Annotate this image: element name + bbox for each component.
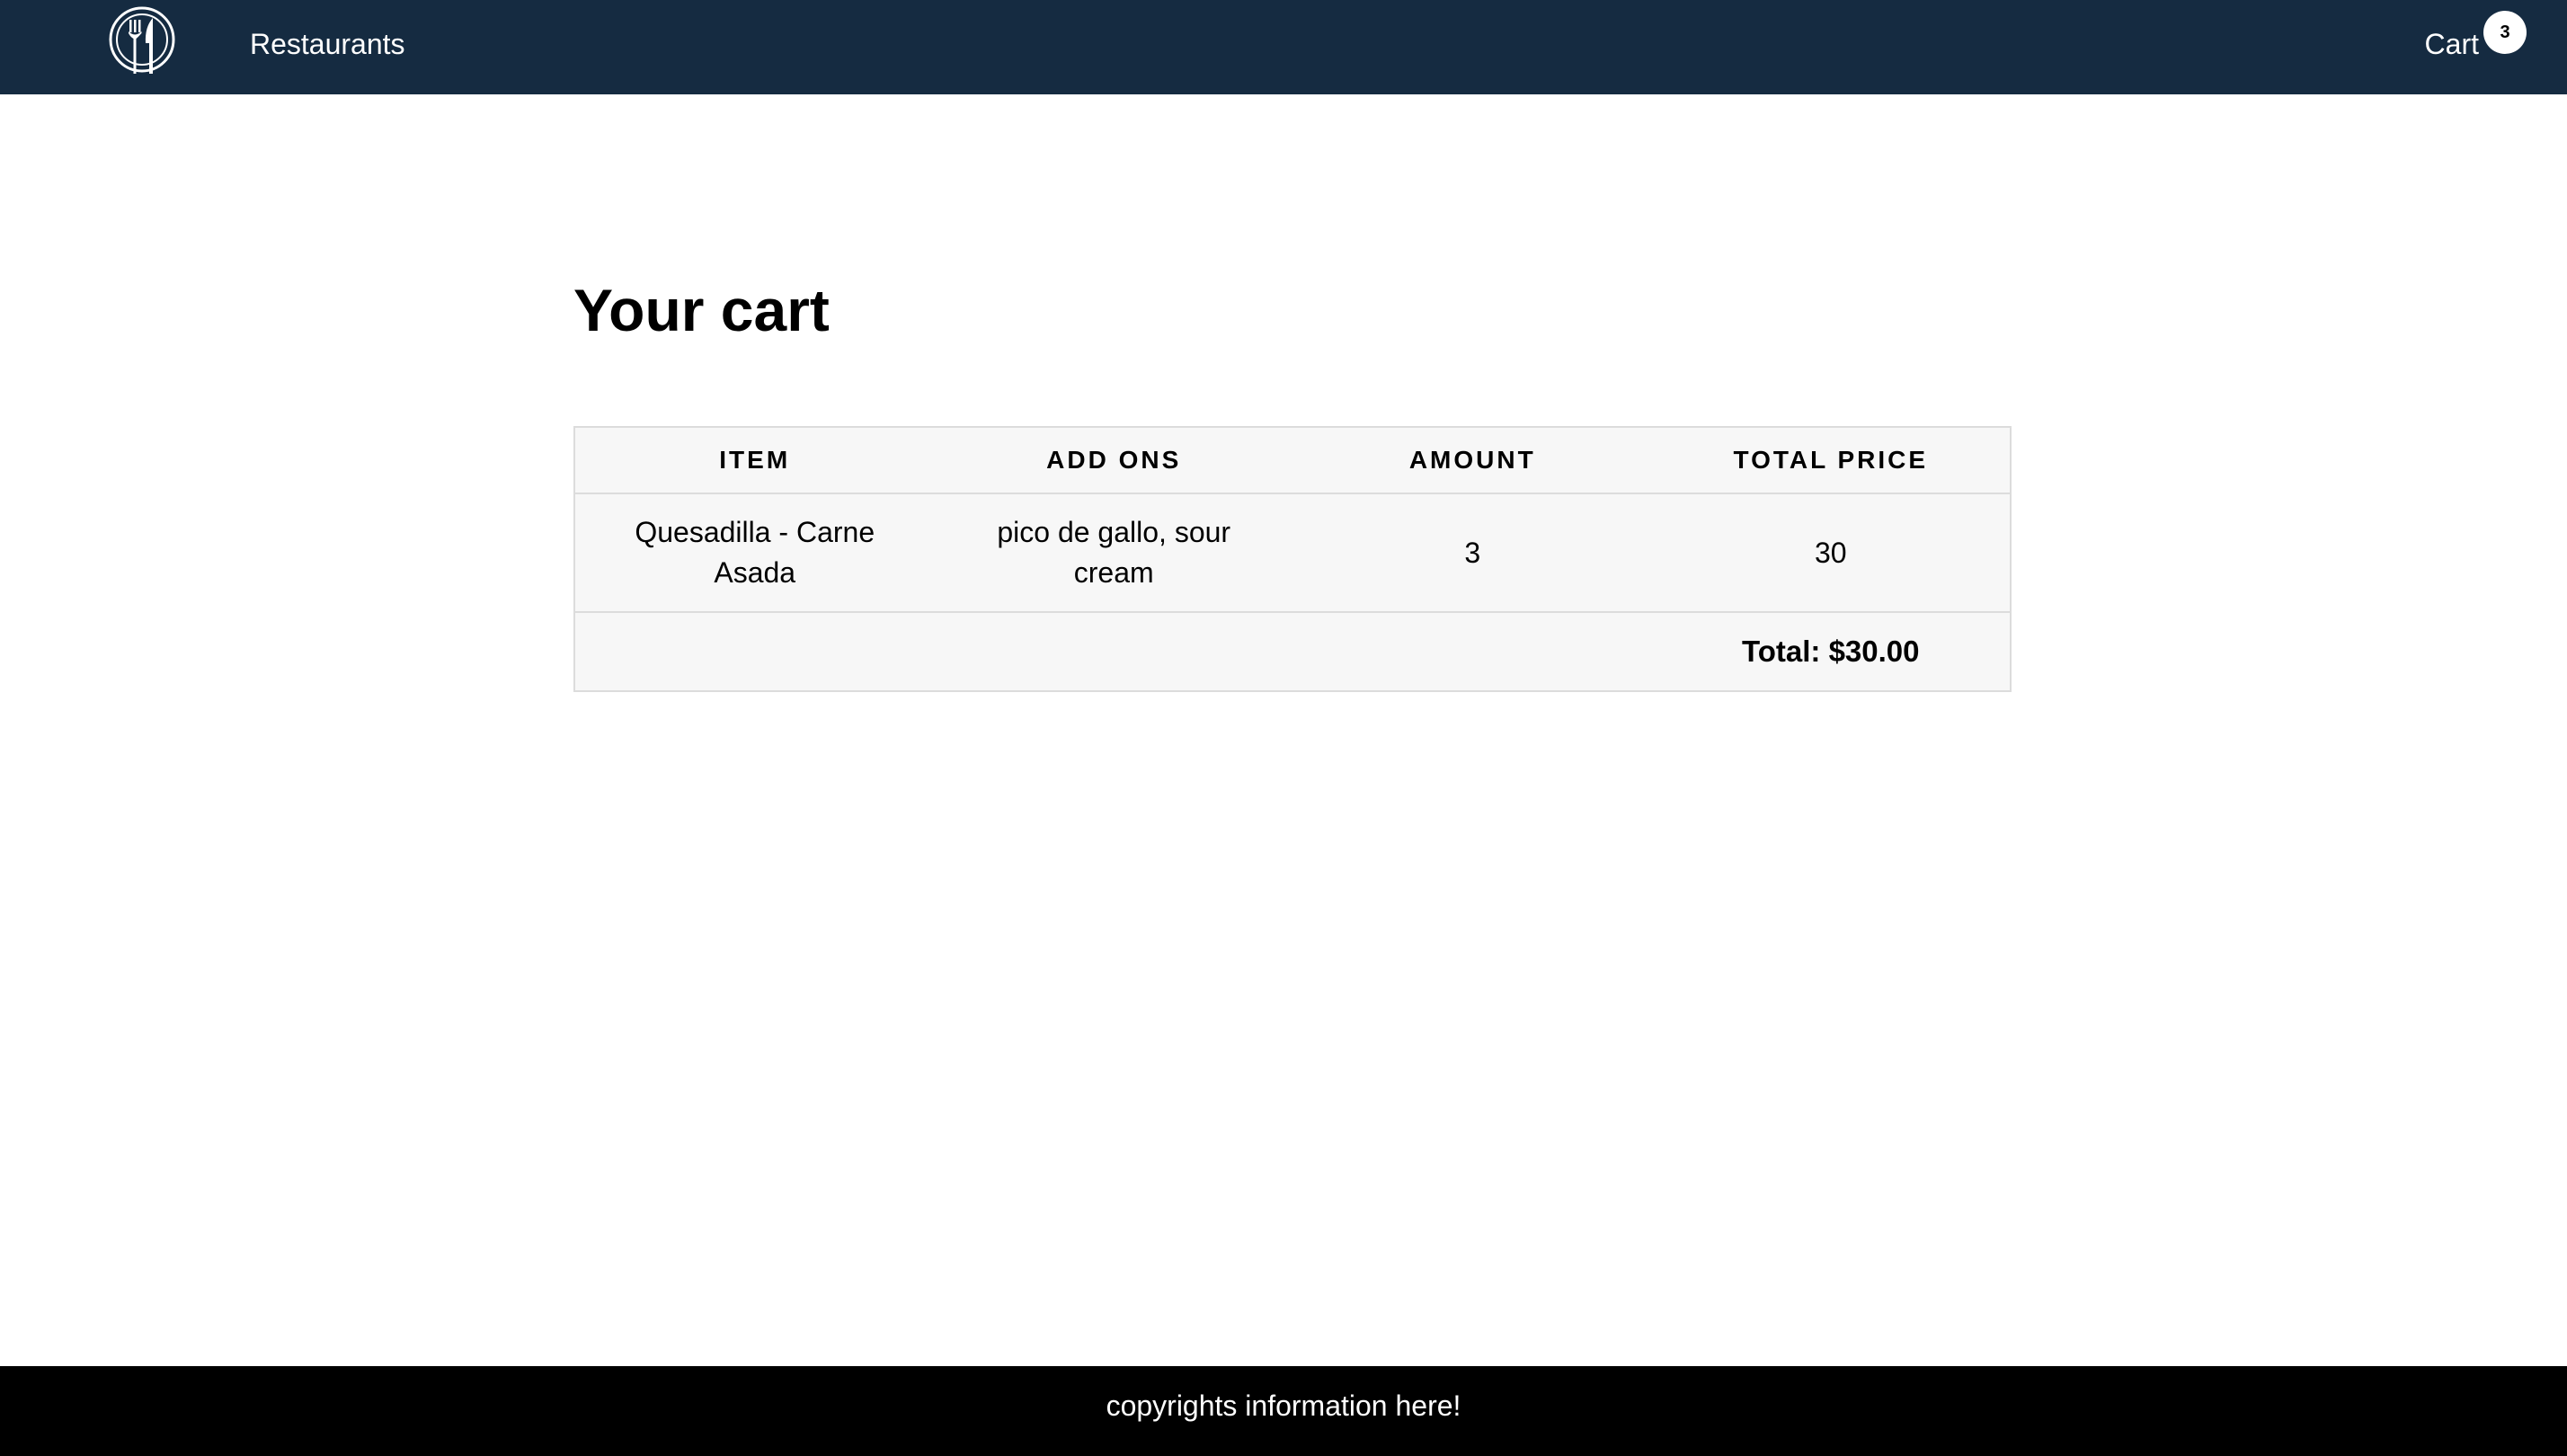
cell-total-price: 30 xyxy=(1651,493,2011,613)
table-row: Quesadilla - Carne Asada pico de gallo, … xyxy=(574,493,2011,613)
column-header-total-price: TOTAL PRICE xyxy=(1651,427,2011,494)
page-footer: copyrights information here! xyxy=(0,1366,2567,1456)
cell-item: Quesadilla - Carne Asada xyxy=(574,493,935,613)
cart-table: ITEM ADD ONS AMOUNT TOTAL PRICE Quesadil… xyxy=(573,426,2012,692)
item-name: Quesadilla - Carne Asada xyxy=(635,516,875,589)
empty-cell xyxy=(934,612,1292,691)
table-header-row: ITEM ADD ONS AMOUNT TOTAL PRICE xyxy=(574,427,2011,494)
footer-copyright-text: copyrights information here! xyxy=(1106,1389,1461,1422)
top-navbar: Restaurants Cart 3 xyxy=(0,0,2567,94)
empty-cell xyxy=(1293,612,1652,691)
total-row: Total: $30.00 xyxy=(574,612,2011,691)
item-add-ons: pico de gallo, sour cream xyxy=(997,516,1231,589)
nav-cart-link[interactable]: Cart xyxy=(2425,25,2479,63)
empty-cell xyxy=(574,612,934,691)
cart-count-badge: 3 xyxy=(2483,11,2527,54)
cart-total: Total: $30.00 xyxy=(1742,635,1920,668)
column-header-item: ITEM xyxy=(574,427,935,494)
cell-add-ons: pico de gallo, sour cream xyxy=(934,493,1293,613)
nav-restaurants-link[interactable]: Restaurants xyxy=(250,25,405,63)
restaurant-logo-icon[interactable] xyxy=(108,5,176,74)
column-header-add-ons: ADD ONS xyxy=(934,427,1293,494)
page-title: Your cart xyxy=(573,277,830,343)
cell-amount: 3 xyxy=(1292,493,1652,613)
column-header-amount: AMOUNT xyxy=(1292,427,1652,494)
